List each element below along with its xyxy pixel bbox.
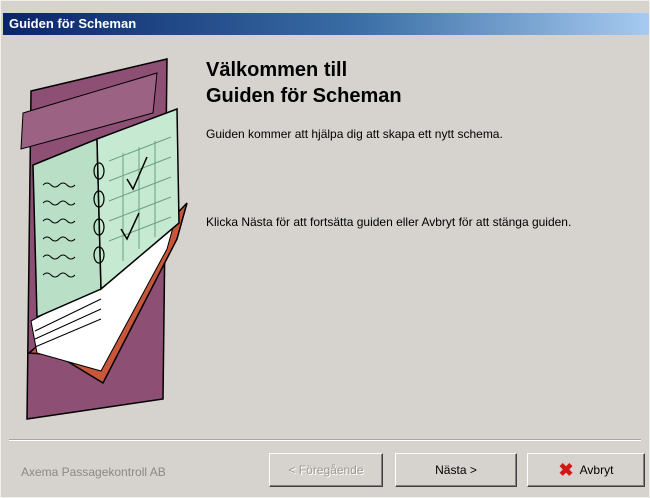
- footer-divider: [9, 439, 641, 441]
- wizard-window: Guiden för Scheman Välkommen till Guiden…: [0, 0, 650, 498]
- back-button-label: < Föregående: [288, 463, 364, 477]
- heading-line-2: Guiden för Scheman: [206, 85, 402, 107]
- instruction-text: Klicka Nästa för att fortsätta guiden el…: [206, 215, 572, 229]
- next-button[interactable]: Nästa >: [395, 453, 517, 487]
- title-bar: Guiden för Scheman: [3, 13, 649, 35]
- red-x-icon: ✖: [558, 459, 574, 480]
- cancel-button-label: Avbryt: [579, 463, 614, 477]
- notebook-schedule-illustration: [20, 58, 188, 420]
- next-button-label: Nästa >: [435, 463, 477, 477]
- intro-text: Guiden kommer att hjälpa dig att skapa e…: [206, 127, 503, 141]
- company-name: Axema Passagekontroll AB: [21, 465, 166, 479]
- back-button[interactable]: < Föregående: [269, 453, 383, 487]
- heading-line-1: Välkommen till: [206, 59, 348, 81]
- welcome-heading: Välkommen till Guiden för Scheman: [206, 57, 402, 109]
- cancel-button[interactable]: ✖ Avbryt: [527, 453, 645, 487]
- window-title: Guiden för Scheman: [9, 16, 137, 31]
